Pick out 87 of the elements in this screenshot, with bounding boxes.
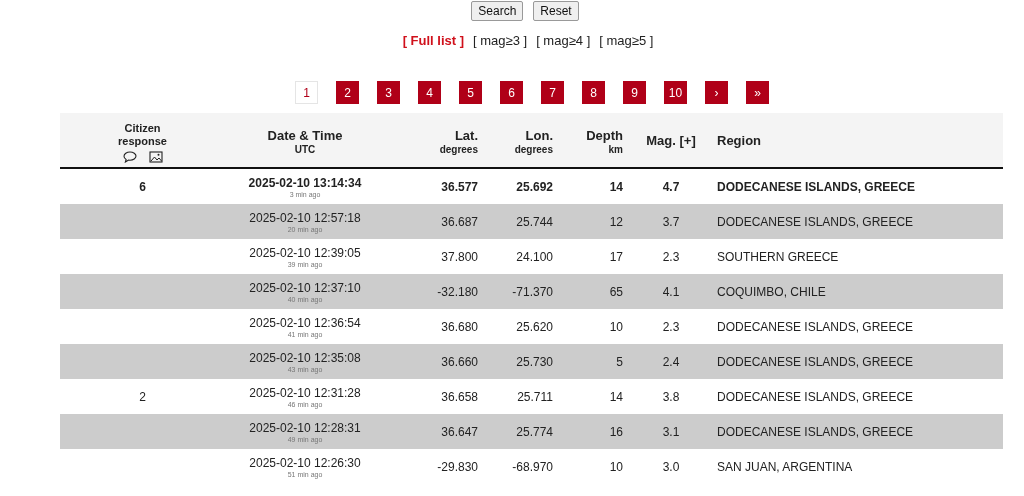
filter-link[interactable]: [ mag≥4 ] — [536, 33, 591, 48]
image-icon — [148, 150, 163, 163]
date-time: 2025-02-10 12:37:10 — [248, 280, 362, 295]
page-link[interactable]: 9 — [623, 81, 646, 104]
table-cell: 3.1 — [662, 424, 680, 439]
column-unit: UTC — [294, 143, 316, 155]
column-header: Date & Time — [267, 127, 343, 143]
filter-link[interactable]: [ mag≥3 ] — [473, 33, 528, 48]
region-name: SOUTHERN GREECE — [717, 249, 839, 264]
table-cell: 36.647 — [441, 424, 478, 439]
table-cell: -71.370 — [512, 284, 553, 299]
page-link[interactable]: 10 — [664, 81, 687, 104]
column-header: Lon. — [525, 127, 553, 143]
date-time: 2025-02-10 12:28:31 — [248, 420, 362, 435]
table-cell: 14 — [609, 179, 623, 194]
column-header: Lat. — [454, 127, 478, 143]
search-button[interactable]: Search — [471, 1, 524, 21]
table-cell: 37.800 — [441, 249, 478, 264]
date-time: 2025-02-10 12:57:18 — [248, 210, 362, 225]
date-time: 2025-02-10 12:31:28 — [248, 385, 362, 400]
table-cell: 3.0 — [662, 459, 680, 474]
column-header: Depth — [586, 127, 623, 143]
table-cell: 25.730 — [516, 354, 553, 369]
region-name: COQUIMBO, CHILE — [717, 284, 826, 299]
column-unit: degrees — [439, 143, 478, 155]
page-link[interactable]: 2 — [336, 81, 359, 104]
table-cell: 10 — [609, 459, 623, 474]
page-link[interactable]: 5 — [459, 81, 482, 104]
page-link[interactable]: › — [705, 81, 728, 104]
region-name: DODECANESE ISLANDS, GREECE — [717, 354, 914, 369]
page-link[interactable]: 3 — [377, 81, 400, 104]
table-cell: 5 — [616, 354, 623, 369]
table-cell: 36.687 — [441, 214, 478, 229]
response-count: 2 — [139, 389, 146, 404]
region-name: SAN JUAN, ARGENTINA — [717, 459, 853, 474]
page-link[interactable]: 4 — [418, 81, 441, 104]
column-header: Region — [717, 133, 762, 148]
table-cell: 12 — [609, 214, 623, 229]
region-name: DODECANESE ISLANDS, GREECE — [717, 424, 914, 439]
table-cell: 65 — [609, 284, 623, 299]
table-cell: 10 — [609, 319, 623, 334]
page-link[interactable]: » — [746, 81, 769, 104]
table-cell: 36.658 — [441, 389, 478, 404]
column-unit: degrees — [514, 143, 553, 155]
page-link[interactable]: 6 — [500, 81, 523, 104]
table-cell: 36.660 — [441, 354, 478, 369]
region-name: DODECANESE ISLANDS, GREECE — [717, 214, 914, 229]
table-cell: -68.970 — [512, 459, 553, 474]
table-cell: 17 — [609, 249, 623, 264]
table-cell: 36.680 — [441, 319, 478, 334]
table-cell: 25.692 — [516, 179, 553, 194]
table-cell: 14 — [609, 389, 623, 404]
column-unit: km — [608, 143, 623, 155]
region-name: DODECANESE ISLANDS, GREECE — [717, 179, 916, 194]
table-cell: 25.744 — [516, 214, 553, 229]
table-cell: 4.1 — [662, 284, 680, 299]
table-cell: -32.180 — [437, 284, 478, 299]
table-cell: 36.577 — [441, 179, 478, 194]
table-cell: 16 — [609, 424, 623, 439]
table-cell: 25.620 — [516, 319, 553, 334]
table-cell: 25.774 — [516, 424, 553, 439]
table-cell: 25.711 — [517, 389, 553, 404]
page-link[interactable]: 8 — [582, 81, 605, 104]
reset-button[interactable]: Reset — [533, 1, 579, 21]
table-cell: 2.3 — [662, 249, 680, 264]
date-time: 2025-02-10 12:36:54 — [248, 315, 362, 330]
date-time: 2025-02-10 12:35:08 — [248, 350, 362, 365]
table-cell: 4.7 — [662, 179, 680, 194]
response-count: 6 — [139, 179, 146, 194]
table-cell: 3.8 — [662, 389, 680, 404]
table-cell: 2.4 — [662, 354, 680, 369]
table-cell: -29.830 — [437, 459, 478, 474]
region-name: DODECANESE ISLANDS, GREECE — [717, 389, 914, 404]
date-time: 2025-02-10 12:26:30 — [248, 455, 362, 470]
filter-link[interactable]: [ Full list ] — [402, 33, 465, 48]
region-name: DODECANESE ISLANDS, GREECE — [717, 319, 914, 334]
filter-link[interactable]: [ mag≥5 ] — [599, 33, 654, 48]
date-time: 2025-02-10 13:14:34 — [247, 175, 363, 190]
column-header: Citizen response — [117, 121, 168, 148]
page-link[interactable]: 1 — [295, 81, 318, 104]
comment-icon — [122, 150, 137, 163]
table-cell: 2.3 — [662, 319, 680, 334]
table-cell: 3.7 — [662, 214, 680, 229]
date-time: 2025-02-10 12:39:05 — [248, 245, 362, 260]
column-header[interactable]: Mag. [+] — [646, 133, 696, 148]
page-link[interactable]: 7 — [541, 81, 564, 104]
table-cell: 24.100 — [516, 249, 553, 264]
